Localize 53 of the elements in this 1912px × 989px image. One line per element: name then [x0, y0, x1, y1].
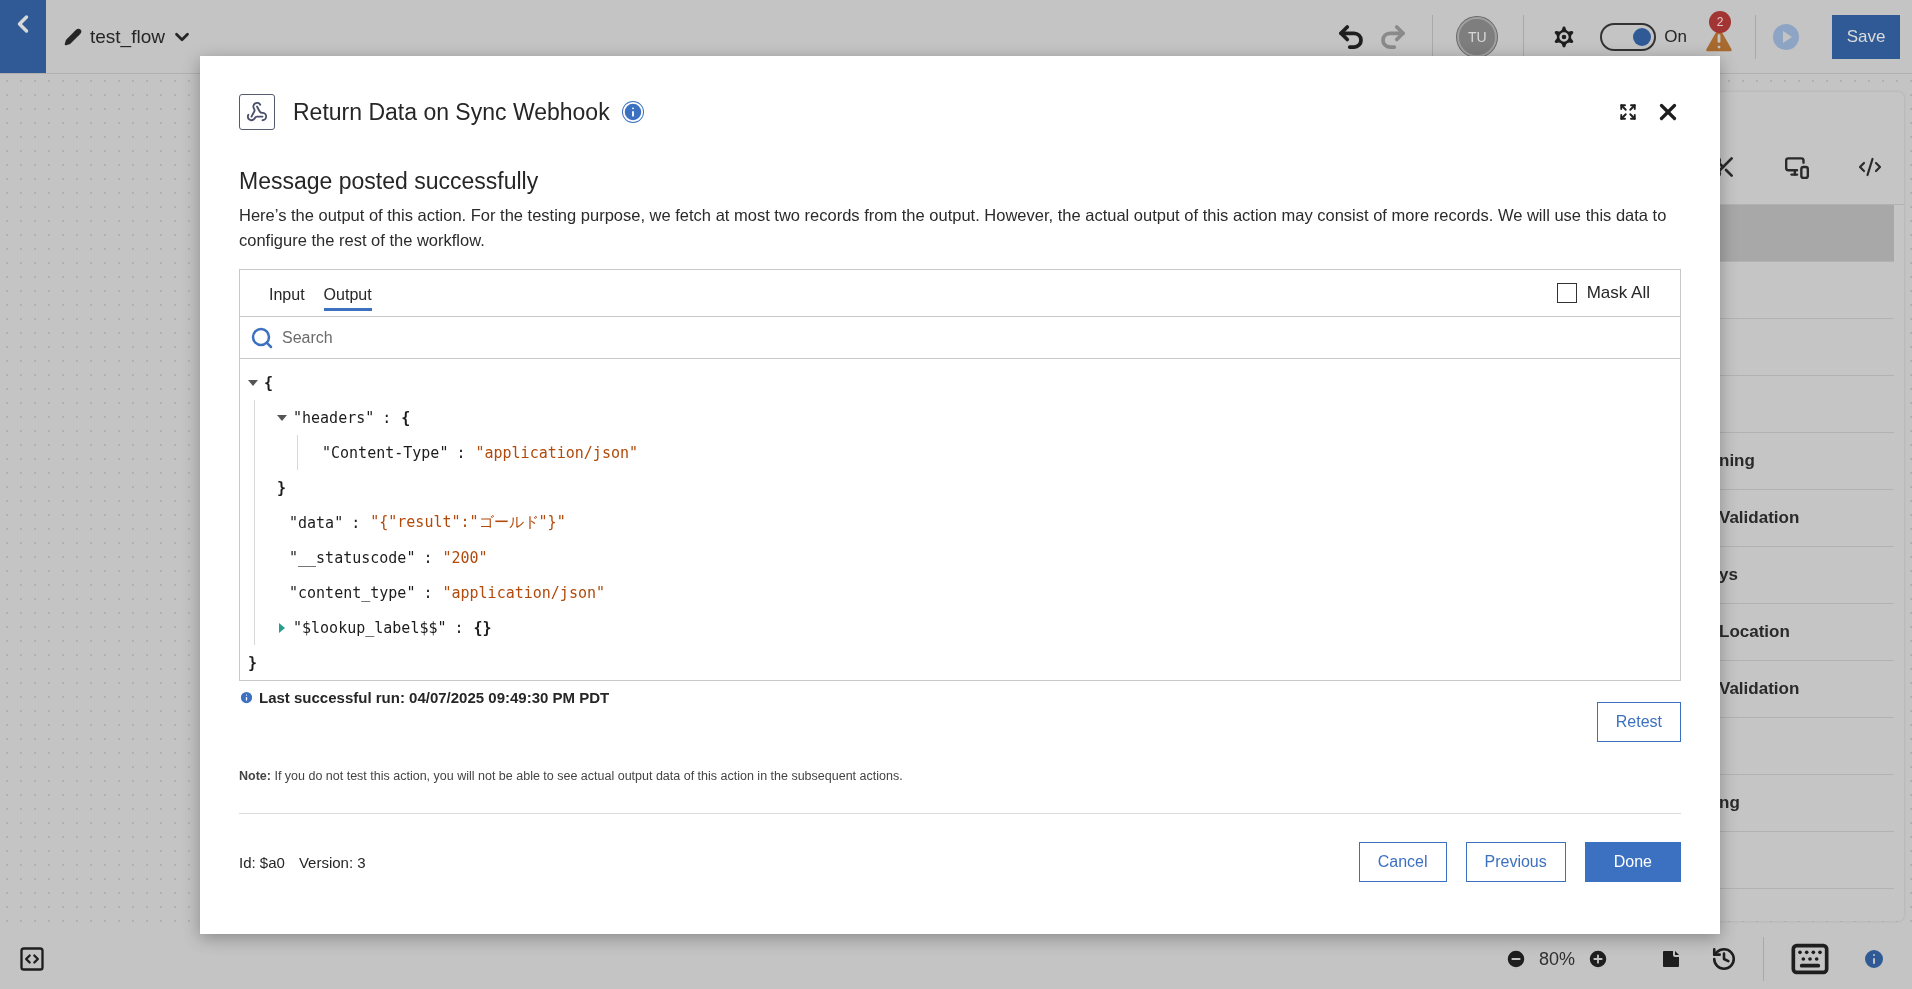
toggle-label: On	[1664, 26, 1687, 47]
json-colon: :	[382, 408, 392, 427]
json-key: "data"	[289, 513, 344, 532]
dialog-description: Here’s the output of this action. For the testing purpose, we fetch at most two records from the output. However, the actual output of this action may consist of more records. We will use this data to configure the rest of the workflow.	[239, 205, 1668, 251]
json-brace: {	[401, 408, 411, 427]
json-colon: :	[423, 583, 433, 602]
info-icon	[239, 690, 254, 705]
note-text: Note: If you do not test this action, you will not be able to see actual output data of this action in the subsequent actions.	[239, 769, 904, 783]
devices-icon[interactable]	[1784, 154, 1810, 180]
webhook-icon	[239, 94, 275, 130]
json-key: "$lookup_label$$"	[293, 618, 447, 637]
flow-name[interactable]: test_flow	[90, 25, 165, 48]
retest-button[interactable]: Retest	[1596, 702, 1681, 742]
json-key: "__statuscode"	[289, 548, 416, 567]
json-value: "application/json"	[475, 443, 639, 462]
search-icon[interactable]	[250, 325, 274, 350]
json-key: "Content-Type"	[322, 443, 449, 462]
json-colon: :	[423, 548, 433, 567]
id-text: Id: $a0	[239, 853, 285, 871]
code-panel-icon[interactable]	[18, 945, 46, 973]
json-value: "{"result":"ゴールド"}"	[370, 513, 566, 532]
toggle-switch[interactable]	[1600, 22, 1657, 51]
json-key: "headers"	[293, 408, 375, 427]
dialog-title: Return Data on Sync Webhook	[293, 98, 610, 126]
tab[interactable]: Input	[269, 281, 305, 311]
json-value: "application/json"	[442, 583, 606, 602]
json-value: "200"	[442, 548, 488, 567]
last-run-text: Last successful run: 04/07/2025 09:49:30 PM PDT	[259, 689, 610, 706]
json-brace: }	[248, 653, 258, 672]
mask-all-checkbox[interactable]: Mask All	[1556, 283, 1650, 304]
code-icon[interactable]	[1858, 155, 1882, 179]
info-icon[interactable]	[1862, 947, 1886, 971]
zoom-level: 80%	[1538, 948, 1575, 970]
json-colon: :	[351, 513, 361, 532]
zoom-in-icon[interactable]	[1587, 948, 1609, 970]
tab[interactable]: Output	[323, 281, 372, 311]
history-icon[interactable]	[1711, 946, 1737, 972]
json-key: "content_type"	[289, 583, 416, 602]
dialog-button[interactable]: Previous	[1465, 842, 1566, 882]
zoom-out-icon[interactable]	[1504, 948, 1527, 970]
alert-count-badge: 2	[1709, 10, 1731, 33]
json-brace: }	[277, 478, 287, 497]
dialog-heading: Message posted successfully	[239, 168, 540, 195]
json-colon: :	[456, 443, 466, 462]
json-colon: :	[454, 618, 464, 637]
dialog-button[interactable]: Done	[1584, 842, 1681, 882]
dialog-button[interactable]: Cancel	[1358, 842, 1447, 882]
version-text: Version: 3	[298, 853, 366, 871]
json-brace: {	[264, 373, 274, 392]
pencil-icon[interactable]	[64, 27, 82, 46]
json-brace: {}	[473, 618, 492, 637]
save-button[interactable]: Save	[1832, 14, 1900, 59]
expand-button[interactable]	[1619, 103, 1637, 121]
